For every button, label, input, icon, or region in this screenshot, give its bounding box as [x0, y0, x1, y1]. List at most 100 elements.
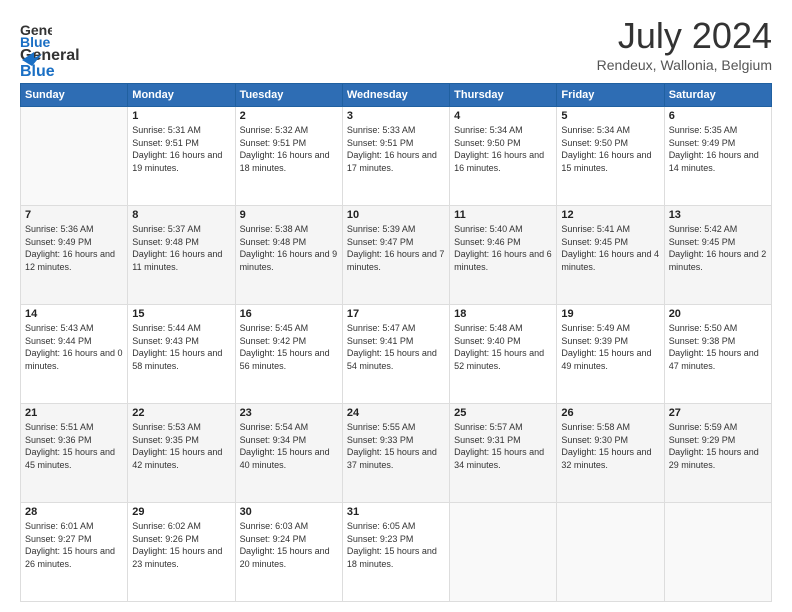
table-cell: 26 Sunrise: 5:58 AM Sunset: 9:30 PM Dayl…	[557, 404, 664, 503]
day-info: Sunrise: 5:31 AM Sunset: 9:51 PM Dayligh…	[132, 124, 230, 174]
day-info: Sunrise: 5:59 AM Sunset: 9:29 PM Dayligh…	[669, 421, 767, 471]
table-cell: 7 Sunrise: 5:36 AM Sunset: 9:49 PM Dayli…	[21, 206, 128, 305]
day-number: 31	[347, 506, 445, 518]
calendar-header-row: Sunday Monday Tuesday Wednesday Thursday…	[21, 84, 772, 107]
table-cell: 5 Sunrise: 5:34 AM Sunset: 9:50 PM Dayli…	[557, 107, 664, 206]
day-number: 18	[454, 308, 552, 320]
day-info: Sunrise: 5:34 AM Sunset: 9:50 PM Dayligh…	[561, 124, 659, 174]
day-info: Sunrise: 5:36 AM Sunset: 9:49 PM Dayligh…	[25, 223, 123, 273]
day-info: Sunrise: 6:05 AM Sunset: 9:23 PM Dayligh…	[347, 520, 445, 570]
logo-wrapper: General Blue	[20, 15, 52, 47]
day-info: Sunrise: 6:03 AM Sunset: 9:24 PM Dayligh…	[240, 520, 338, 570]
col-tuesday: Tuesday	[235, 84, 342, 107]
table-cell: 21 Sunrise: 5:51 AM Sunset: 9:36 PM Dayl…	[21, 404, 128, 503]
calendar-table: Sunday Monday Tuesday Wednesday Thursday…	[20, 83, 772, 602]
logo: General Blue General Blue	[20, 15, 80, 70]
day-info: Sunrise: 5:39 AM Sunset: 9:47 PM Dayligh…	[347, 223, 445, 273]
day-number: 15	[132, 308, 230, 320]
table-cell	[557, 503, 664, 602]
logo-bird-icon	[22, 50, 42, 70]
day-info: Sunrise: 5:47 AM Sunset: 9:41 PM Dayligh…	[347, 322, 445, 372]
col-friday: Friday	[557, 84, 664, 107]
table-cell: 23 Sunrise: 5:54 AM Sunset: 9:34 PM Dayl…	[235, 404, 342, 503]
table-cell: 31 Sunrise: 6:05 AM Sunset: 9:23 PM Dayl…	[342, 503, 449, 602]
col-saturday: Saturday	[664, 84, 771, 107]
table-cell: 18 Sunrise: 5:48 AM Sunset: 9:40 PM Dayl…	[450, 305, 557, 404]
day-info: Sunrise: 5:50 AM Sunset: 9:38 PM Dayligh…	[669, 322, 767, 372]
day-info: Sunrise: 6:02 AM Sunset: 9:26 PM Dayligh…	[132, 520, 230, 570]
table-row: 7 Sunrise: 5:36 AM Sunset: 9:49 PM Dayli…	[21, 206, 772, 305]
page: General Blue General Blue July 2024 Rend…	[0, 0, 792, 612]
day-number: 20	[669, 308, 767, 320]
day-number: 22	[132, 407, 230, 419]
table-cell: 10 Sunrise: 5:39 AM Sunset: 9:47 PM Dayl…	[342, 206, 449, 305]
day-number: 26	[561, 407, 659, 419]
table-cell	[664, 503, 771, 602]
table-cell: 3 Sunrise: 5:33 AM Sunset: 9:51 PM Dayli…	[342, 107, 449, 206]
table-cell: 20 Sunrise: 5:50 AM Sunset: 9:38 PM Dayl…	[664, 305, 771, 404]
day-number: 7	[25, 209, 123, 221]
day-number: 28	[25, 506, 123, 518]
col-thursday: Thursday	[450, 84, 557, 107]
table-cell: 8 Sunrise: 5:37 AM Sunset: 9:48 PM Dayli…	[128, 206, 235, 305]
day-info: Sunrise: 5:40 AM Sunset: 9:46 PM Dayligh…	[454, 223, 552, 273]
table-cell: 11 Sunrise: 5:40 AM Sunset: 9:46 PM Dayl…	[450, 206, 557, 305]
day-info: Sunrise: 5:34 AM Sunset: 9:50 PM Dayligh…	[454, 124, 552, 174]
table-cell: 14 Sunrise: 5:43 AM Sunset: 9:44 PM Dayl…	[21, 305, 128, 404]
day-number: 1	[132, 110, 230, 122]
day-info: Sunrise: 5:55 AM Sunset: 9:33 PM Dayligh…	[347, 421, 445, 471]
table-cell: 19 Sunrise: 5:49 AM Sunset: 9:39 PM Dayl…	[557, 305, 664, 404]
table-cell: 15 Sunrise: 5:44 AM Sunset: 9:43 PM Dayl…	[128, 305, 235, 404]
day-number: 11	[454, 209, 552, 221]
day-number: 29	[132, 506, 230, 518]
table-cell: 17 Sunrise: 5:47 AM Sunset: 9:41 PM Dayl…	[342, 305, 449, 404]
day-number: 27	[669, 407, 767, 419]
day-info: Sunrise: 5:45 AM Sunset: 9:42 PM Dayligh…	[240, 322, 338, 372]
day-number: 21	[25, 407, 123, 419]
table-cell: 16 Sunrise: 5:45 AM Sunset: 9:42 PM Dayl…	[235, 305, 342, 404]
day-info: Sunrise: 5:54 AM Sunset: 9:34 PM Dayligh…	[240, 421, 338, 471]
day-info: Sunrise: 5:58 AM Sunset: 9:30 PM Dayligh…	[561, 421, 659, 471]
day-info: Sunrise: 5:33 AM Sunset: 9:51 PM Dayligh…	[347, 124, 445, 174]
table-cell: 22 Sunrise: 5:53 AM Sunset: 9:35 PM Dayl…	[128, 404, 235, 503]
day-number: 2	[240, 110, 338, 122]
day-number: 3	[347, 110, 445, 122]
day-number: 17	[347, 308, 445, 320]
day-info: Sunrise: 5:51 AM Sunset: 9:36 PM Dayligh…	[25, 421, 123, 471]
col-monday: Monday	[128, 84, 235, 107]
day-info: Sunrise: 5:38 AM Sunset: 9:48 PM Dayligh…	[240, 223, 338, 273]
day-number: 13	[669, 209, 767, 221]
table-cell: 27 Sunrise: 5:59 AM Sunset: 9:29 PM Dayl…	[664, 404, 771, 503]
table-cell: 13 Sunrise: 5:42 AM Sunset: 9:45 PM Dayl…	[664, 206, 771, 305]
day-info: Sunrise: 5:48 AM Sunset: 9:40 PM Dayligh…	[454, 322, 552, 372]
table-cell	[450, 503, 557, 602]
table-row: 28 Sunrise: 6:01 AM Sunset: 9:27 PM Dayl…	[21, 503, 772, 602]
table-row: 21 Sunrise: 5:51 AM Sunset: 9:36 PM Dayl…	[21, 404, 772, 503]
table-cell: 12 Sunrise: 5:41 AM Sunset: 9:45 PM Dayl…	[557, 206, 664, 305]
day-info: Sunrise: 5:49 AM Sunset: 9:39 PM Dayligh…	[561, 322, 659, 372]
day-number: 9	[240, 209, 338, 221]
table-cell: 9 Sunrise: 5:38 AM Sunset: 9:48 PM Dayli…	[235, 206, 342, 305]
table-row: 14 Sunrise: 5:43 AM Sunset: 9:44 PM Dayl…	[21, 305, 772, 404]
col-sunday: Sunday	[21, 84, 128, 107]
day-info: Sunrise: 5:57 AM Sunset: 9:31 PM Dayligh…	[454, 421, 552, 471]
table-cell: 1 Sunrise: 5:31 AM Sunset: 9:51 PM Dayli…	[128, 107, 235, 206]
location: Rendeux, Wallonia, Belgium	[597, 57, 772, 73]
calendar-body: 1 Sunrise: 5:31 AM Sunset: 9:51 PM Dayli…	[21, 107, 772, 602]
col-wednesday: Wednesday	[342, 84, 449, 107]
day-info: Sunrise: 5:35 AM Sunset: 9:49 PM Dayligh…	[669, 124, 767, 174]
table-cell	[21, 107, 128, 206]
day-info: Sunrise: 5:53 AM Sunset: 9:35 PM Dayligh…	[132, 421, 230, 471]
table-row: 1 Sunrise: 5:31 AM Sunset: 9:51 PM Dayli…	[21, 107, 772, 206]
day-number: 30	[240, 506, 338, 518]
table-cell: 24 Sunrise: 5:55 AM Sunset: 9:33 PM Dayl…	[342, 404, 449, 503]
day-number: 25	[454, 407, 552, 419]
table-cell: 4 Sunrise: 5:34 AM Sunset: 9:50 PM Dayli…	[450, 107, 557, 206]
table-cell: 29 Sunrise: 6:02 AM Sunset: 9:26 PM Dayl…	[128, 503, 235, 602]
day-number: 12	[561, 209, 659, 221]
day-number: 8	[132, 209, 230, 221]
header: General Blue General Blue July 2024 Rend…	[20, 15, 772, 73]
day-info: Sunrise: 5:43 AM Sunset: 9:44 PM Dayligh…	[25, 322, 123, 372]
day-number: 10	[347, 209, 445, 221]
day-info: Sunrise: 5:37 AM Sunset: 9:48 PM Dayligh…	[132, 223, 230, 273]
